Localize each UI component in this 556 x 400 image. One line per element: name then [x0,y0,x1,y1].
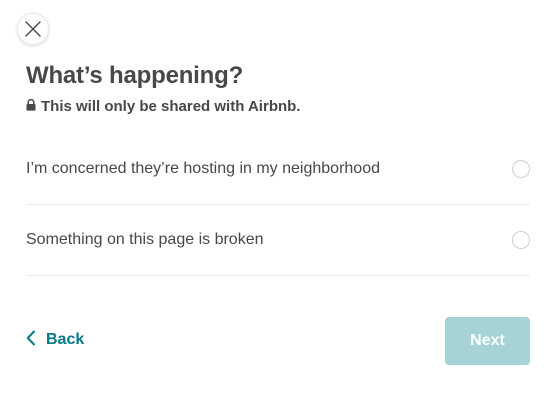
next-button[interactable]: Next [445,317,530,365]
privacy-note: This will only be shared with Airbnb. [26,98,300,115]
radio-button[interactable] [512,231,530,249]
chevron-left-icon [26,330,36,351]
radio-button[interactable] [512,160,530,178]
option-label: I’m concerned they’re hosting in my neig… [26,160,380,177]
option-label: Something on this page is broken [26,231,264,248]
lock-icon [26,98,36,115]
option-hosting-concern[interactable]: I’m concerned they’re hosting in my neig… [26,134,530,205]
close-button[interactable] [17,13,49,45]
option-page-broken[interactable]: Something on this page is broken [26,205,530,276]
back-button[interactable]: Back [26,326,84,354]
back-label: Back [46,331,85,348]
reason-options: I’m concerned they’re hosting in my neig… [26,134,530,276]
close-icon [25,21,41,37]
privacy-note-text: This will only be shared with Airbnb. [41,98,301,115]
dialog-title: What’s happening? [26,62,244,89]
